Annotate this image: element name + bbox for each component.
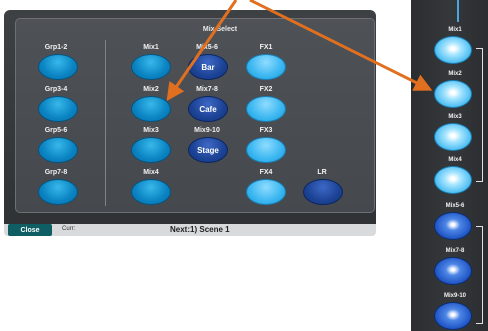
callout-arrows xyxy=(166,0,433,101)
arrow-to-strip-mix2 xyxy=(249,0,433,91)
arrow-to-mix2 xyxy=(166,0,238,101)
